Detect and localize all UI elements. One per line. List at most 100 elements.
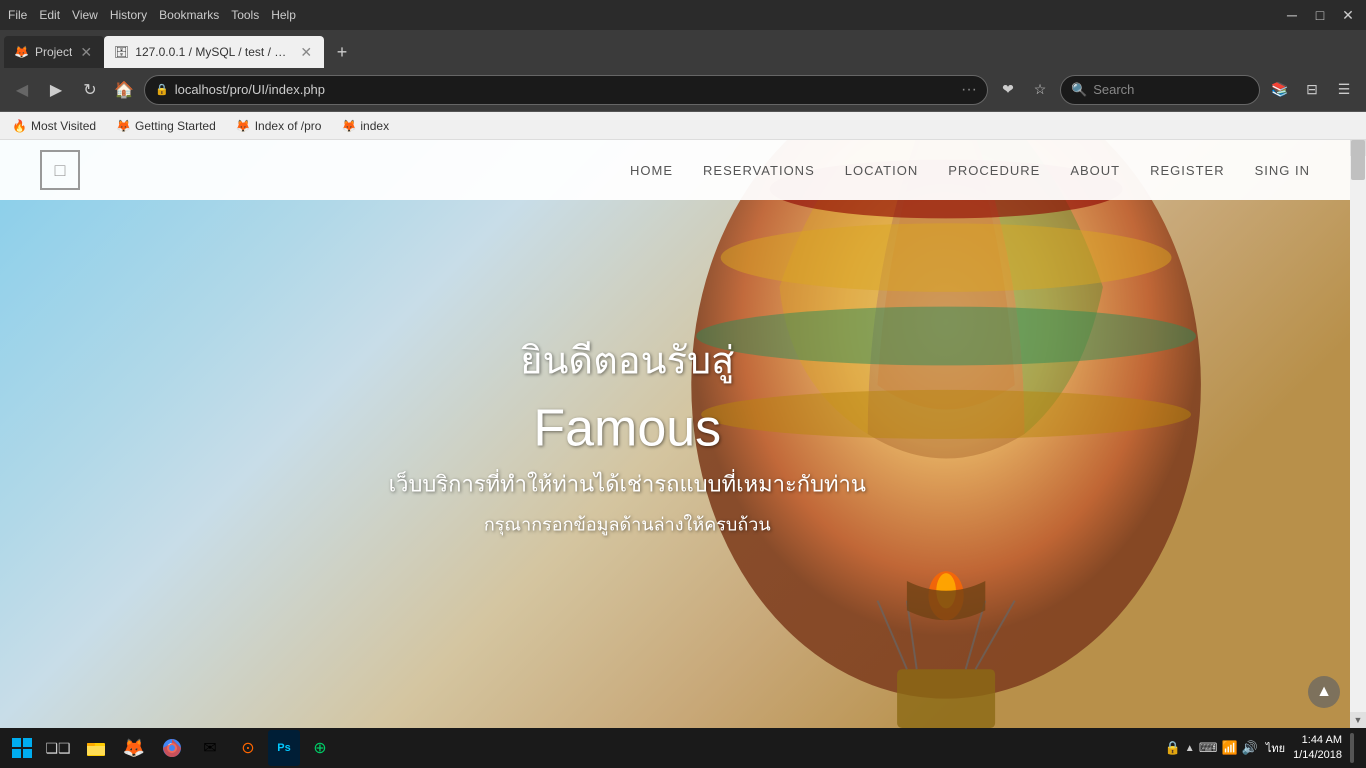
search-bar[interactable]: 🔍 Search <box>1060 75 1260 105</box>
nav-about[interactable]: ABOUT <box>1070 163 1120 178</box>
taskbar-network-icon: 🔒 <box>1165 740 1181 756</box>
menu-edit[interactable]: Edit <box>39 8 60 22</box>
taskbar-firefox[interactable]: 🦊 <box>116 730 152 766</box>
taskbar-language: ไทย <box>1266 739 1285 757</box>
url-bar[interactable]: 🔒 localhost/pro/UI/index.php ··· <box>144 75 988 105</box>
scroll-to-top-button[interactable]: ▲ <box>1308 676 1340 708</box>
taskbar-app-green[interactable]: ⊕ <box>302 730 338 766</box>
url-text: localhost/pro/UI/index.php <box>175 82 955 97</box>
hero-section: ยินดีตอนรับสู่ Famous เว็บบริการที่ทำให้… <box>0 140 1350 728</box>
menu-button[interactable]: ☰ <box>1330 76 1358 104</box>
hero-subtitle: เว็บบริการที่ทำให้ท่านได้เช่ารถแบบที่เหม… <box>389 467 866 502</box>
taskbar-chevron-icon[interactable]: ▲ <box>1185 743 1195 754</box>
menu-file[interactable]: File <box>8 8 27 22</box>
taskbar: ❑❑ 🦊 ✉ ⊙ Ps ⊕ 🔒 ▲ ⌨ 📶 🔊 <box>0 728 1366 768</box>
menu-history[interactable]: History <box>110 8 147 22</box>
home-button[interactable]: 🏠 <box>110 76 138 104</box>
nav-reservations[interactable]: RESERVATIONS <box>703 163 815 178</box>
taskbar-volume-icon: 🔊 <box>1242 740 1258 756</box>
index-pro-icon: 🦊 <box>236 119 251 133</box>
taskbar-file-explorer[interactable] <box>78 730 114 766</box>
tab-project-icon: 🦊 <box>14 45 29 59</box>
website-content: □ HOME RESERVATIONS LOCATION PROCEDURE A… <box>0 140 1366 728</box>
nav-procedure[interactable]: PROCEDURE <box>948 163 1040 178</box>
hero-brand: Famous <box>389 399 866 459</box>
search-icon: 🔍 <box>1071 82 1087 98</box>
show-desktop-button[interactable] <box>1350 733 1354 763</box>
bookmark-index-label: index <box>360 119 389 133</box>
tab-mysql-close[interactable]: ✕ <box>298 44 314 61</box>
index-icon: 🦊 <box>341 119 356 133</box>
search-placeholder: Search <box>1093 82 1134 97</box>
nav-bar: ◀ ▶ ↻ 🏠 🔒 localhost/pro/UI/index.php ···… <box>0 68 1366 112</box>
tab-mysql-title: 127.0.0.1 / MySQL / test / user <box>135 45 292 59</box>
title-bar: File Edit View History Bookmarks Tools H… <box>0 0 1366 30</box>
bookmark-button[interactable]: ☆ <box>1026 76 1054 104</box>
time-display: 1:44 AM <box>1293 733 1342 748</box>
most-visited-icon: 🔥 <box>12 119 27 133</box>
bookmark-getting-started-label: Getting Started <box>135 119 216 133</box>
site-nav: □ HOME RESERVATIONS LOCATION PROCEDURE A… <box>0 140 1350 200</box>
taskbar-right: 🔒 ▲ ⌨ 📶 🔊 ไทย 1:44 AM 1/14/2018 <box>1165 733 1362 764</box>
lock-icon: 🔒 <box>155 83 169 96</box>
taskbar-mail[interactable]: ✉ <box>192 730 228 766</box>
window-controls[interactable]: ─ □ ✕ <box>1282 5 1358 25</box>
bookmarks-bar: 🔥 Most Visited 🦊 Getting Started 🦊 Index… <box>0 112 1366 140</box>
taskbar-time: 1:44 AM 1/14/2018 <box>1293 733 1342 764</box>
getting-started-icon: 🦊 <box>116 119 131 133</box>
new-tab-button[interactable]: + <box>328 38 356 66</box>
back-button[interactable]: ◀ <box>8 76 36 104</box>
bookmark-index-pro-label: Index of /pro <box>255 119 322 133</box>
menu-view[interactable]: View <box>72 8 98 22</box>
bookmark-index-pro[interactable]: 🦊 Index of /pro <box>232 117 326 135</box>
minimize-button[interactable]: ─ <box>1282 5 1302 25</box>
nav-home[interactable]: HOME <box>630 163 673 178</box>
taskbar-chrome[interactable] <box>154 730 190 766</box>
close-button[interactable]: ✕ <box>1338 5 1358 25</box>
menu-bookmarks[interactable]: Bookmarks <box>159 8 219 22</box>
hero-instruction: กรุณากรอกข้อมูลด้านล่างให้ครบถ้วน <box>389 510 866 539</box>
nav-register[interactable]: REGISTER <box>1150 163 1224 178</box>
bookmark-most-visited[interactable]: 🔥 Most Visited <box>8 117 100 135</box>
taskbar-app-orange[interactable]: ⊙ <box>230 730 266 766</box>
logo-icon: □ <box>55 160 66 181</box>
url-options-icon: ··· <box>961 81 977 99</box>
site-logo: □ <box>40 150 80 190</box>
menu-bar[interactable]: File Edit View History Bookmarks Tools H… <box>8 8 296 22</box>
site-menu: HOME RESERVATIONS LOCATION PROCEDURE ABO… <box>630 163 1310 178</box>
tab-project[interactable]: 🦊 Project ✕ <box>4 36 104 68</box>
taskbar-sys-icons: 🔒 ▲ ⌨ 📶 🔊 <box>1165 740 1258 756</box>
bookmark-getting-started[interactable]: 🦊 Getting Started <box>112 117 220 135</box>
tab-mysql[interactable]: 🗄 127.0.0.1 / MySQL / test / user ✕ <box>104 36 324 68</box>
tab-mysql-icon: 🗄 <box>114 45 129 59</box>
reload-button[interactable]: ↻ <box>76 76 104 104</box>
date-display: 1/14/2018 <box>1293 748 1342 763</box>
scrollbar-thumb[interactable] <box>1351 140 1365 180</box>
taskbar-wifi-icon: 📶 <box>1221 740 1237 756</box>
taskbar-keyboard-icon: ⌨ <box>1199 740 1218 756</box>
tab-project-close[interactable]: ✕ <box>78 44 94 61</box>
hero-text: ยินดีตอนรับสู่ Famous เว็บบริการที่ทำให้… <box>389 330 866 539</box>
taskbar-task-view[interactable]: ❑❑ <box>40 730 76 766</box>
tab-bar: 🦊 Project ✕ 🗄 127.0.0.1 / MySQL / test /… <box>0 30 1366 68</box>
nav-actions: ❤ ☆ <box>994 76 1054 104</box>
library-button[interactable]: 📚 <box>1266 76 1294 104</box>
scrollbar[interactable]: ▲ ▼ <box>1350 140 1366 728</box>
pocket-button[interactable]: ❤ <box>994 76 1022 104</box>
maximize-button[interactable]: □ <box>1310 5 1330 25</box>
nav-right: 📚 ⊟ ☰ <box>1266 76 1358 104</box>
taskbar-photoshop[interactable]: Ps <box>268 730 300 766</box>
tab-project-title: Project <box>35 45 72 59</box>
hero-welcome: ยินดีตอนรับสู่ <box>389 330 866 391</box>
menu-help[interactable]: Help <box>271 8 296 22</box>
menu-tools[interactable]: Tools <box>231 8 259 22</box>
forward-button[interactable]: ▶ <box>42 76 70 104</box>
scroll-down-button[interactable]: ▼ <box>1350 712 1366 728</box>
nav-location[interactable]: LOCATION <box>845 163 919 178</box>
sidebar-button[interactable]: ⊟ <box>1298 76 1326 104</box>
taskbar-icons: ❑❑ 🦊 ✉ ⊙ Ps ⊕ <box>40 730 1165 766</box>
bookmark-index[interactable]: 🦊 index <box>337 117 393 135</box>
start-button[interactable] <box>4 730 40 766</box>
bookmark-most-visited-label: Most Visited <box>31 119 96 133</box>
nav-signin[interactable]: SING IN <box>1255 163 1310 178</box>
